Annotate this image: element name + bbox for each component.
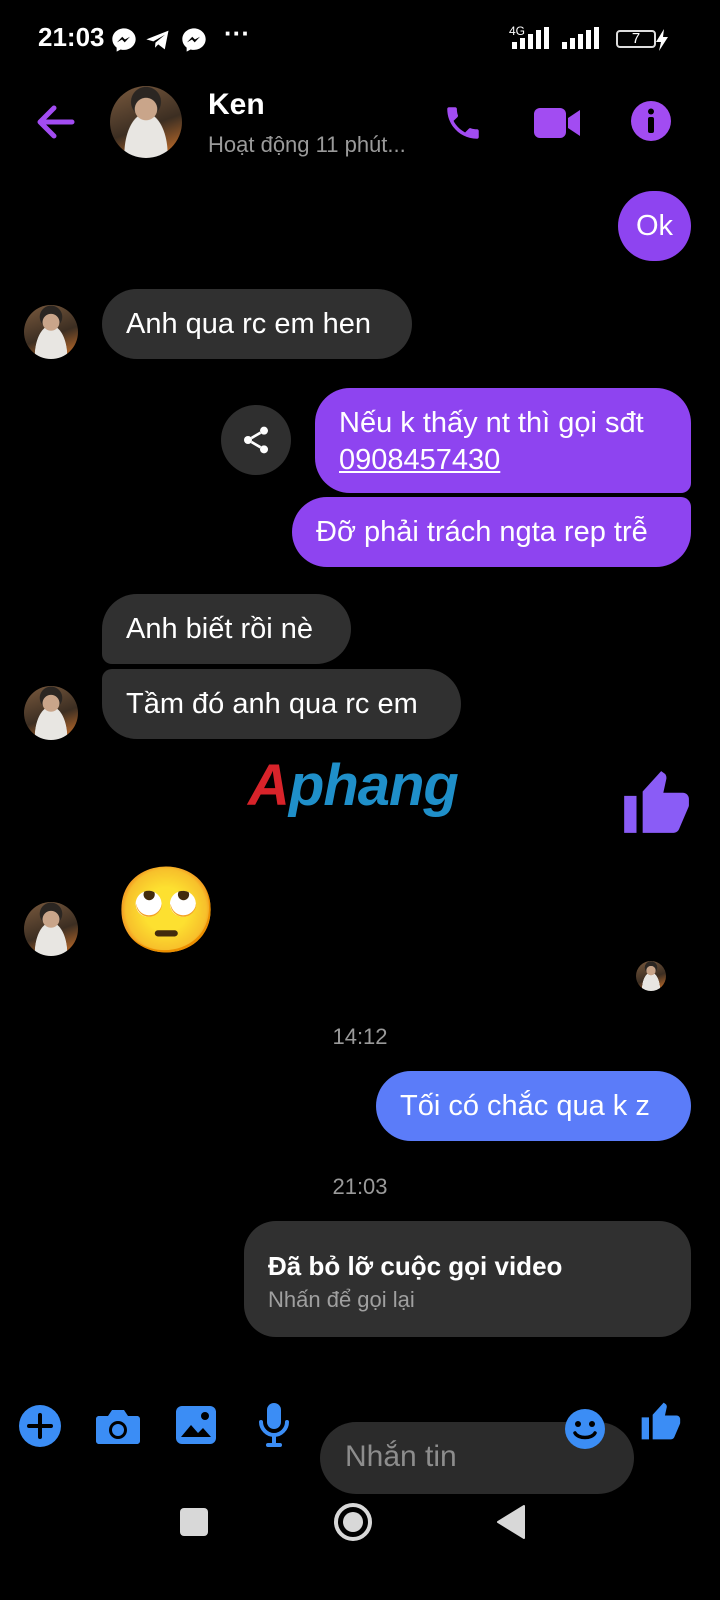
- message-text: Nếu k thấy nt thì gọi sđt: [339, 407, 644, 439]
- microphone-icon[interactable]: [257, 1402, 291, 1448]
- contact-name[interactable]: Ken: [208, 88, 265, 122]
- message-incoming[interactable]: Anh qua rc em hen: [102, 289, 412, 359]
- missed-call-subtitle: Nhấn để gọi lại: [268, 1287, 415, 1312]
- watermark-rest: phang: [288, 753, 459, 818]
- status-time: 21:03: [38, 22, 105, 52]
- thumbs-up-icon[interactable]: [618, 764, 692, 840]
- timestamp: 14:12: [332, 1024, 388, 1049]
- messenger-icon: [112, 28, 136, 52]
- signal-icon: [562, 27, 599, 49]
- missed-call-title: Đã bỏ lỡ cuộc gọi video: [268, 1251, 563, 1281]
- watermark: Aphang: [248, 752, 459, 819]
- watermark-initial: A: [248, 753, 290, 818]
- battery-level: 7: [631, 30, 641, 47]
- watermark-text: Aphang: [248, 753, 459, 818]
- sender-avatar: [24, 305, 78, 359]
- signal-icon: [512, 27, 549, 49]
- info-icon[interactable]: [630, 100, 672, 142]
- more-notifications-icon: ···: [224, 18, 250, 48]
- emoji-icon[interactable]: [564, 1408, 606, 1450]
- contact-active-status: Hoạt động 11 phút...: [208, 132, 406, 157]
- phone-call-icon[interactable]: [442, 102, 484, 144]
- timestamp: 21:03: [332, 1174, 388, 1199]
- sender-avatar: [24, 686, 78, 740]
- message-outgoing[interactable]: Tối có chắc qua k z: [376, 1071, 691, 1141]
- sender-avatar: [24, 902, 78, 956]
- battery-icon: 7: [616, 30, 656, 48]
- message-incoming[interactable]: Anh biết rồi nè: [102, 594, 351, 664]
- message-outgoing[interactable]: Đỡ phải trách ngta rep trễ: [292, 497, 691, 567]
- telegram-icon: [146, 30, 169, 50]
- message-input-placeholder: Nhắn tin: [345, 1440, 457, 1473]
- image-gallery-icon[interactable]: [175, 1405, 217, 1445]
- phone-number-link[interactable]: 0908457430: [339, 442, 667, 479]
- charging-icon: [656, 29, 668, 51]
- read-receipt-avatar: [636, 961, 666, 991]
- message-outgoing[interactable]: Ok: [618, 191, 691, 261]
- recent-apps-button[interactable]: [180, 1508, 208, 1536]
- missed-call-card[interactable]: Đã bỏ lỡ cuộc gọi video Nhấn để gọi lại: [244, 1221, 691, 1337]
- emoji-message[interactable]: 🙄: [114, 862, 219, 958]
- back-button[interactable]: [496, 1504, 528, 1540]
- message-incoming[interactable]: Tầm đó anh qua rc em: [102, 669, 461, 739]
- video-call-icon[interactable]: [532, 104, 582, 142]
- messenger-icon: [182, 28, 206, 52]
- add-icon[interactable]: [18, 1404, 62, 1448]
- camera-icon[interactable]: [95, 1406, 141, 1446]
- share-button[interactable]: [221, 405, 291, 475]
- share-icon: [244, 426, 268, 454]
- message-outgoing[interactable]: Nếu k thấy nt thì gọi sđt 0908457430: [315, 388, 691, 493]
- home-button[interactable]: [333, 1502, 373, 1542]
- contact-avatar[interactable]: [110, 86, 182, 158]
- thumbs-up-icon[interactable]: [638, 1398, 682, 1444]
- back-arrow-icon[interactable]: [34, 100, 76, 144]
